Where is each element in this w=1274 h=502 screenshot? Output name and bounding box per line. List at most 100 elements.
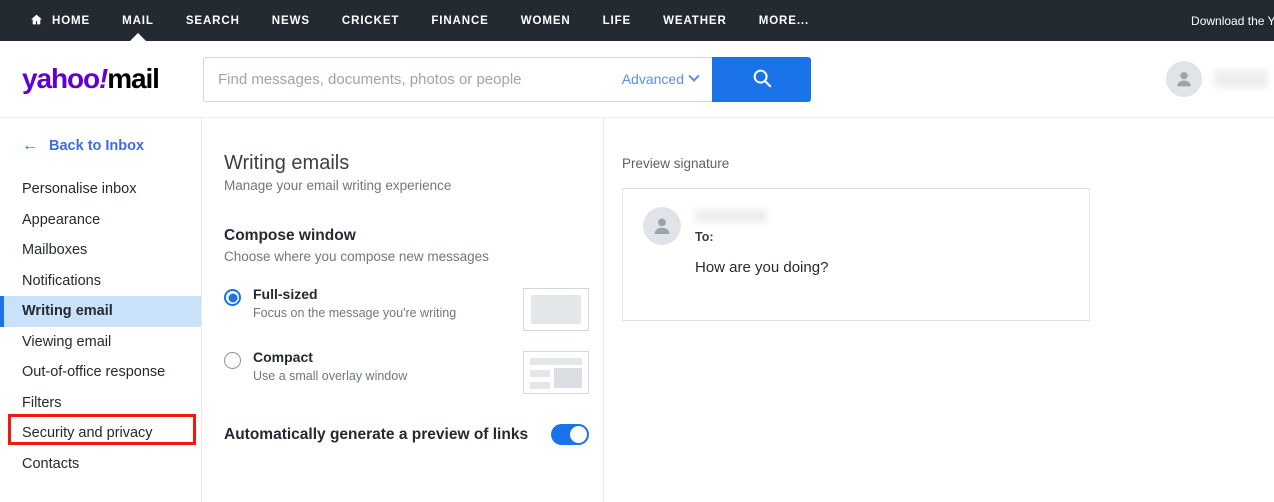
option-label: Full-sized (253, 286, 318, 302)
advanced-search-dropdown[interactable]: Advanced (610, 70, 700, 87)
nav-item-search[interactable]: SEARCH (170, 0, 256, 41)
sidebar-item-writing-email[interactable]: Writing email (0, 296, 201, 327)
link-preview-label: Automatically generate a preview of link… (224, 425, 529, 443)
global-top-navigation: HOME MAIL SEARCH NEWS CRICKET FINANCE WO… (0, 0, 1274, 41)
nav-item-news[interactable]: NEWS (256, 0, 326, 41)
nav-item-weather[interactable]: WEATHER (647, 0, 743, 41)
page-subtitle: Manage your email writing experience (224, 178, 452, 193)
nav-item-women[interactable]: WOMEN (505, 0, 587, 41)
search-bar: Advanced (203, 56, 811, 102)
chevron-down-icon (688, 70, 700, 82)
option-text-compact: Compact Use a small overlay window (253, 349, 515, 383)
sidebar-item-label: Contacts (22, 455, 80, 472)
nav-item-mail[interactable]: MAIL (106, 0, 170, 41)
option-description: Focus on the message you're writing (253, 305, 457, 320)
account-name-redacted (1214, 70, 1268, 88)
preview-message-header: To: (643, 207, 1069, 245)
sidebar-item-label: Filters (22, 394, 62, 411)
radio-full-sized[interactable] (224, 289, 241, 306)
nav-item-home[interactable]: HOME (22, 0, 106, 41)
logo-exclamation: ! (98, 63, 108, 94)
mail-header: yahoo!mail Advanced (0, 41, 1274, 118)
nav-item-label: FINANCE (431, 14, 489, 27)
signature-preview-panel: Preview signature To: How are you doing? (604, 118, 1274, 502)
sidebar-item-personalise-inbox[interactable]: Personalise inbox (0, 174, 201, 205)
nav-item-label: MORE... (758, 14, 810, 27)
logo-yahoo-text: yahoo (22, 63, 100, 94)
thumbnail-compact[interactable] (523, 351, 589, 394)
thumbnail-block (530, 370, 550, 377)
sidebar-item-contacts[interactable]: Contacts (0, 449, 201, 480)
search-input[interactable] (218, 70, 610, 88)
search-icon (751, 67, 773, 92)
sidebar-item-label: Appearance (22, 211, 101, 228)
yahoo-mail-logo[interactable]: yahoo!mail (22, 63, 182, 95)
avatar[interactable] (1166, 61, 1202, 97)
back-to-inbox-link[interactable]: ← Back to Inbox (22, 137, 201, 155)
account-area (1166, 41, 1274, 117)
link-preview-toggle[interactable] (551, 424, 589, 445)
thumbnail-block (530, 358, 582, 365)
preview-sender-redacted (695, 209, 767, 223)
compose-option-compact[interactable]: Compact Use a small overlay window (224, 349, 589, 394)
radio-compact[interactable] (224, 352, 241, 369)
nav-item-label: SEARCH (185, 14, 240, 27)
settings-page-body: ← Back to Inbox Personalise inbox Appear… (0, 118, 1274, 502)
thumbnail-block (531, 295, 581, 324)
sidebar-item-label: Mailboxes (22, 242, 88, 259)
preview-body-text: How are you doing? (695, 259, 829, 276)
search-input-container: Advanced (203, 56, 712, 102)
option-text-full-sized: Full-sized Focus on the message you're w… (253, 286, 515, 320)
option-description: Use a small overlay window (253, 368, 408, 383)
sidebar-item-label: Out-of-office response (22, 364, 166, 381)
sidebar-item-label: Viewing email (22, 333, 112, 350)
back-to-inbox-label: Back to Inbox (49, 138, 145, 154)
sidebar-item-label: Writing email (22, 303, 113, 320)
sidebar-item-notifications[interactable]: Notifications (0, 266, 201, 297)
arrow-left-icon: ← (22, 137, 38, 154)
nav-item-label: MAIL (122, 14, 154, 27)
thumbnail-full-sized[interactable] (523, 288, 589, 331)
preview-signature-title: Preview signature (622, 156, 730, 171)
writing-emails-settings-panel: Writing emails Manage your email writing… (202, 118, 604, 502)
nav-item-more[interactable]: MORE... (743, 0, 825, 41)
nav-item-label: NEWS (271, 14, 310, 27)
option-label: Compact (253, 349, 313, 365)
sidebar-item-security-and-privacy[interactable]: Security and privacy (0, 418, 201, 449)
sidebar-item-viewing-email[interactable]: Viewing email (0, 327, 201, 358)
link-preview-setting-row: Automatically generate a preview of link… (224, 424, 589, 445)
section-subtitle-compose-window: Choose where you compose new messages (224, 249, 489, 264)
nav-item-cricket[interactable]: CRICKET (326, 0, 415, 41)
download-app-label: Download the Yah (1191, 13, 1274, 28)
settings-sidebar: ← Back to Inbox Personalise inbox Appear… (0, 118, 202, 502)
compose-option-full-sized[interactable]: Full-sized Focus on the message you're w… (224, 286, 589, 331)
home-icon (30, 13, 43, 29)
sidebar-item-mailboxes[interactable]: Mailboxes (0, 235, 201, 266)
nav-item-label: LIFE (602, 14, 632, 27)
sidebar-item-label: Security and privacy (22, 425, 153, 442)
toggle-knob (570, 426, 587, 443)
thumbnail-block (530, 382, 550, 389)
download-app-link[interactable]: Download the Yah (1191, 0, 1274, 41)
preview-avatar (643, 207, 681, 245)
nav-item-label: WEATHER (663, 14, 727, 27)
nav-item-label: HOME (52, 14, 91, 27)
nav-item-life[interactable]: LIFE (587, 0, 648, 41)
sidebar-item-filters[interactable]: Filters (0, 388, 201, 419)
nav-item-label: WOMEN (520, 14, 571, 27)
sidebar-item-label: Notifications (22, 272, 101, 289)
thumbnail-overlay-block (554, 368, 582, 388)
top-nav-items: HOME MAIL SEARCH NEWS CRICKET FINANCE WO… (22, 0, 825, 41)
advanced-search-label: Advanced (621, 71, 684, 87)
sidebar-item-out-of-office-response[interactable]: Out-of-office response (0, 357, 201, 388)
logo-mail-text: mail (107, 63, 160, 94)
nav-item-finance[interactable]: FINANCE (415, 0, 504, 41)
page-title: Writing emails (224, 152, 350, 174)
search-button[interactable] (712, 56, 811, 102)
section-title-compose-window: Compose window (224, 227, 356, 244)
nav-item-label: CRICKET (341, 14, 400, 27)
signature-preview-card: To: How are you doing? (622, 188, 1090, 321)
active-tab-caret-icon (128, 33, 147, 41)
preview-to-label: To: (695, 230, 714, 244)
sidebar-item-appearance[interactable]: Appearance (0, 205, 201, 236)
